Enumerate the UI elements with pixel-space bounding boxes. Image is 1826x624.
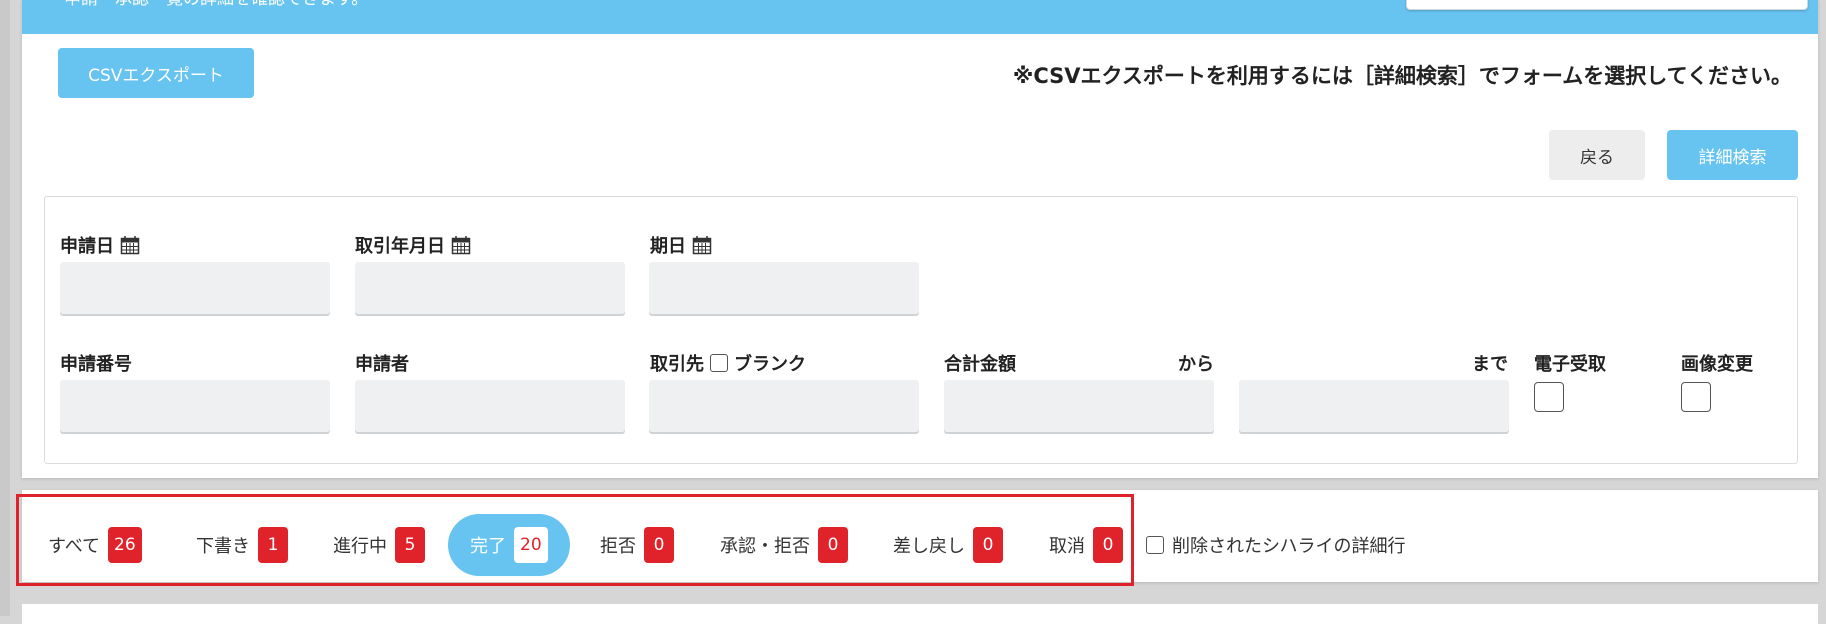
transaction-date-input[interactable] (355, 262, 625, 314)
deleted-rows-label: 削除されたシハライの詳細行 (1172, 536, 1406, 557)
header-description: 申請・承認一覧の詳細を確認できます。 (64, 0, 368, 9)
deleted-rows-checkbox[interactable] (1146, 536, 1164, 554)
total-amount-label: 合計金額 (944, 354, 1016, 375)
application-date-label: 申請日 (60, 232, 140, 258)
electronic-receipt-label: 電子受取 (1534, 354, 1606, 375)
image-change-label: 画像変更 (1681, 354, 1753, 375)
deleted-rows-toggle[interactable]: 削除されたシハライの詳細行 (1146, 532, 1405, 558)
application-number-label: 申請番号 (60, 354, 132, 375)
electronic-receipt-checkbox[interactable] (1534, 382, 1564, 412)
total-amount-to-input[interactable] (1239, 380, 1509, 432)
from-label: から (1178, 354, 1214, 375)
left-strip (0, 0, 10, 616)
back-button[interactable]: 戻る (1549, 130, 1645, 180)
results-card (22, 604, 1818, 624)
due-date-label: 期日 (650, 232, 712, 258)
client-label: 取引先 ブランク (650, 350, 806, 376)
client-input[interactable] (649, 380, 919, 432)
applicant-label: 申請者 (355, 354, 409, 375)
header-band: 申請・承認一覧の詳細を確認できます。 (22, 0, 1818, 34)
csv-export-button[interactable]: CSVエクスポート (58, 48, 254, 98)
transaction-date-label: 取引年月日 (355, 232, 471, 258)
highlight-box (16, 494, 1134, 586)
csv-notice: ※CSVエクスポートを利用するには［詳細検索］でフォームを選択してください。 (1012, 64, 1792, 88)
calendar-icon[interactable] (120, 235, 140, 255)
calendar-icon[interactable] (692, 235, 712, 255)
blank-checkbox[interactable] (710, 354, 728, 372)
due-date-input[interactable] (649, 262, 919, 314)
applicant-input[interactable] (355, 380, 625, 432)
blank-label: ブランク (734, 354, 806, 375)
to-label: まで (1472, 354, 1508, 375)
calendar-icon[interactable] (451, 235, 471, 255)
application-number-input[interactable] (60, 380, 330, 432)
image-change-checkbox[interactable] (1681, 382, 1711, 412)
total-amount-from-input[interactable] (944, 380, 1214, 432)
application-date-input[interactable] (60, 262, 330, 314)
advanced-search-button[interactable]: 詳細検索 (1667, 130, 1798, 180)
header-search-input[interactable] (1406, 0, 1808, 10)
